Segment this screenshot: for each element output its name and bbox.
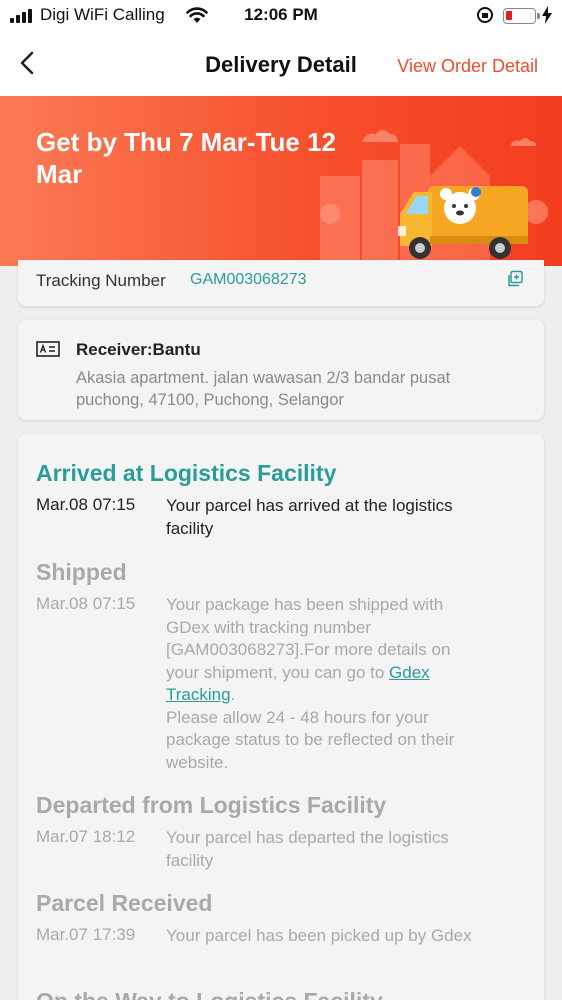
nav-bar: Delivery Detail View Order Detail bbox=[0, 32, 562, 96]
receiver-address: Akasia apartment. jalan wawasan 2/3 band… bbox=[76, 369, 451, 409]
event-time: Mar.08 07:15 bbox=[36, 594, 136, 613]
event-description: Your parcel has arrived at the logistics… bbox=[166, 496, 453, 538]
delivery-estimate: Get by Thu 7 Mar-Tue 12 Mar bbox=[36, 127, 337, 189]
event-description-note: Please allow 24 - 48 hours for your pack… bbox=[166, 707, 455, 772]
event-description: Your parcel has been picked up by Gdex bbox=[166, 926, 472, 945]
timeline-event: Departed from Logistics Facility Mar.07 … bbox=[36, 792, 536, 872]
id-card-icon bbox=[36, 341, 60, 357]
battery-icon bbox=[503, 8, 540, 24]
event-title: On the Way to Logistics Facility bbox=[36, 988, 536, 1000]
event-title: Departed from Logistics Facility bbox=[36, 792, 387, 818]
timeline-event: Parcel Received Mar.07 17:39 Your parcel… bbox=[36, 890, 536, 948]
event-title: Shipped bbox=[36, 559, 127, 585]
timeline-event: Shipped Mar.08 07:15 Your package has be… bbox=[36, 559, 536, 774]
tracking-number: GAM003068273 bbox=[190, 271, 307, 288]
rotation-lock-icon bbox=[477, 7, 493, 23]
event-title: Parcel Received bbox=[36, 890, 213, 916]
timeline-event: On the Way to Logistics Facility bbox=[36, 988, 536, 1000]
tracking-card: Tracking Number GAM003068273 bbox=[18, 260, 544, 306]
event-time: Mar.07 17:39 bbox=[36, 925, 136, 944]
event-time: Mar.07 18:12 bbox=[36, 827, 136, 846]
event-description: Your parcel has departed the logistics f… bbox=[166, 828, 449, 870]
timeline-event: Arrived at Logistics Facility Mar.08 07:… bbox=[36, 460, 536, 540]
delivery-banner: Get by Thu 7 Mar-Tue 12 Mar bbox=[0, 96, 562, 266]
charging-icon bbox=[542, 6, 552, 24]
event-description: Your package has been shipped with GDex … bbox=[166, 594, 476, 774]
tracking-label: Tracking Number bbox=[36, 271, 166, 290]
receiver-card: Receiver:Bantu Akasia apartment. jalan w… bbox=[18, 320, 544, 420]
event-title: Arrived at Logistics Facility bbox=[36, 460, 337, 486]
status-bar: Digi WiFi Calling 12:06 PM bbox=[0, 0, 562, 32]
view-order-detail-link[interactable]: View Order Detail bbox=[397, 56, 538, 77]
copy-icon[interactable] bbox=[506, 270, 524, 288]
event-time: Mar.08 07:15 bbox=[36, 495, 136, 514]
event-description-period: . bbox=[230, 685, 236, 704]
delivery-truck-illustration bbox=[320, 130, 548, 266]
tracking-timeline: Arrived at Logistics Facility Mar.08 07:… bbox=[18, 434, 544, 1000]
receiver-name: Receiver:Bantu bbox=[76, 340, 201, 359]
